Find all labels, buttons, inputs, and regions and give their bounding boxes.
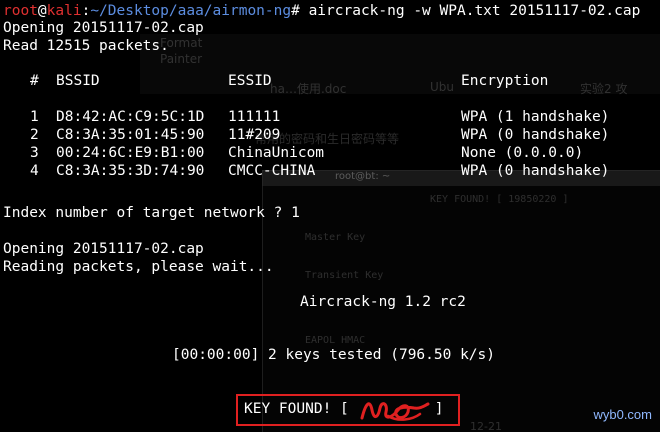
header-num: #	[30, 73, 39, 89]
site-watermark: wyb0.com	[593, 407, 652, 422]
ghost-doc-tab: ha…使用.doc	[270, 82, 347, 96]
prompt-at: @	[37, 3, 47, 19]
row-encryption: WPA (0 handshake)	[461, 163, 610, 179]
reading-line: Reading packets, please wait...	[3, 259, 274, 275]
header-encryption: Encryption	[461, 73, 549, 89]
command-text: aircrack-ng -w WPA.txt 20151117-02.cap	[299, 3, 641, 19]
prompt-colon: :	[81, 3, 91, 19]
progress-line: [00:00:00] 2 keys tested (796.50 k/s)	[172, 347, 496, 363]
aircrack-banner: Aircrack-ng 1.2 rc2	[300, 294, 466, 310]
ghost-ubuntu-tab: Ubu	[430, 80, 455, 94]
ghost-inner-master-key: Master Key	[305, 232, 366, 243]
row-essid: 111111	[228, 109, 281, 125]
row-essid: ChinaUnicom	[228, 145, 325, 161]
row-num: 4	[30, 163, 39, 179]
prompt-symbol: #	[291, 3, 300, 19]
row-encryption: WPA (1 handshake)	[461, 109, 610, 125]
header-essid: ESSID	[228, 73, 272, 89]
ghost-inner-title: root@bt: ~	[335, 171, 391, 182]
command-line: root@kali:~/Desktop/aaa/airmon-ng# aircr…	[3, 2, 640, 20]
ghost-lab-tab: 实验2 攻	[580, 82, 628, 96]
row-bssid: C8:3A:35:3D:74:90	[56, 163, 205, 179]
prompt-path: ~/Desktop/aaa/airmon-ng	[90, 3, 292, 19]
header-bssid: BSSID	[56, 73, 100, 89]
row-essid: 11#209	[228, 127, 281, 143]
row-num: 1	[30, 109, 39, 125]
row-bssid: D8:42:AC:C9:5C:1D	[56, 109, 205, 125]
row-num: 3	[30, 145, 39, 161]
row-num: 2	[30, 127, 39, 143]
ghost-inner-transient-key: Transient Key	[305, 270, 384, 281]
terminal-window[interactable]: Format Painter ha…使用.doc Ubu 实验2 攻 常用的密码…	[0, 0, 660, 432]
read-line: Read 12515 packets.	[3, 38, 169, 54]
opening-line-2: Opening 20151117-02.cap	[3, 241, 204, 257]
key-found-prefix: KEY FOUND! [	[244, 401, 349, 417]
opening-line: Opening 20151117-02.cap	[3, 20, 204, 36]
row-bssid: 00:24:6C:E9:B1:00	[56, 145, 205, 161]
ghost-inner-key-found: KEY FOUND! [ 19850220 ]	[430, 194, 569, 205]
prompt-user: root	[3, 3, 38, 19]
index-prompt-line: Index number of target network ? 1	[3, 205, 300, 221]
ghost-bottom-label: 12-21	[470, 420, 502, 432]
row-encryption: None (0.0.0.0)	[461, 145, 584, 161]
row-essid: CMCC-CHINA	[228, 163, 316, 179]
row-encryption: WPA (0 handshake)	[461, 127, 610, 143]
row-bssid: C8:3A:35:01:45:90	[56, 127, 205, 143]
ghost-inner-eapol: EAPOL HMAC	[305, 335, 366, 346]
prompt-host: kali	[46, 3, 82, 19]
redaction-scribble-icon	[360, 402, 430, 421]
